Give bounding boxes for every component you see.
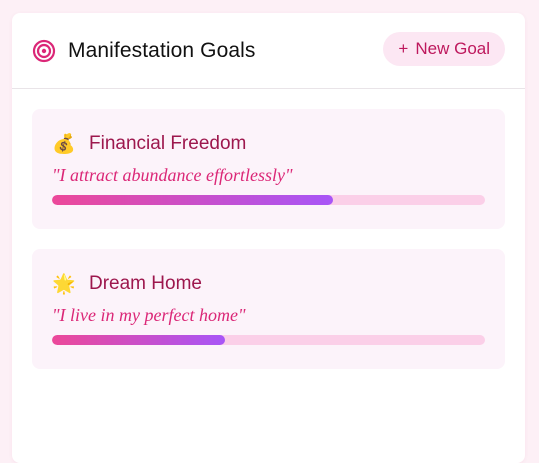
panel-header: Manifestation Goals + New Goal	[12, 13, 525, 89]
panel-title: Manifestation Goals	[68, 38, 256, 62]
target-icon	[32, 39, 56, 63]
goal-card[interactable]: 🌟 Dream Home "I live in my perfect home"	[32, 249, 505, 369]
new-goal-button[interactable]: + New Goal	[383, 31, 505, 66]
goal-progress-fill	[52, 335, 226, 345]
goal-list: 💰 Financial Freedom "I attract abundance…	[12, 89, 525, 369]
goal-progress-bar	[52, 195, 485, 205]
goal-affirmation: "I attract abundance effortlessly"	[52, 165, 293, 185]
goal-progress-bar	[52, 335, 485, 345]
new-goal-label: New Goal	[415, 38, 490, 58]
goal-affirmation: "I live in my perfect home"	[52, 305, 246, 325]
goals-panel: Manifestation Goals + New Goal 💰 Financi…	[12, 13, 525, 463]
money-bag-icon: 💰	[52, 134, 76, 155]
plus-icon: +	[398, 38, 409, 58]
goal-title: Dream Home	[89, 273, 202, 294]
goal-header: 🌟 Dream Home	[52, 269, 485, 299]
goal-progress-fill	[52, 195, 334, 205]
goal-title: Financial Freedom	[89, 133, 247, 154]
sun-icon: 🌟	[52, 274, 76, 295]
goal-card[interactable]: 💰 Financial Freedom "I attract abundance…	[32, 109, 505, 229]
goal-header: 💰 Financial Freedom	[52, 129, 485, 159]
